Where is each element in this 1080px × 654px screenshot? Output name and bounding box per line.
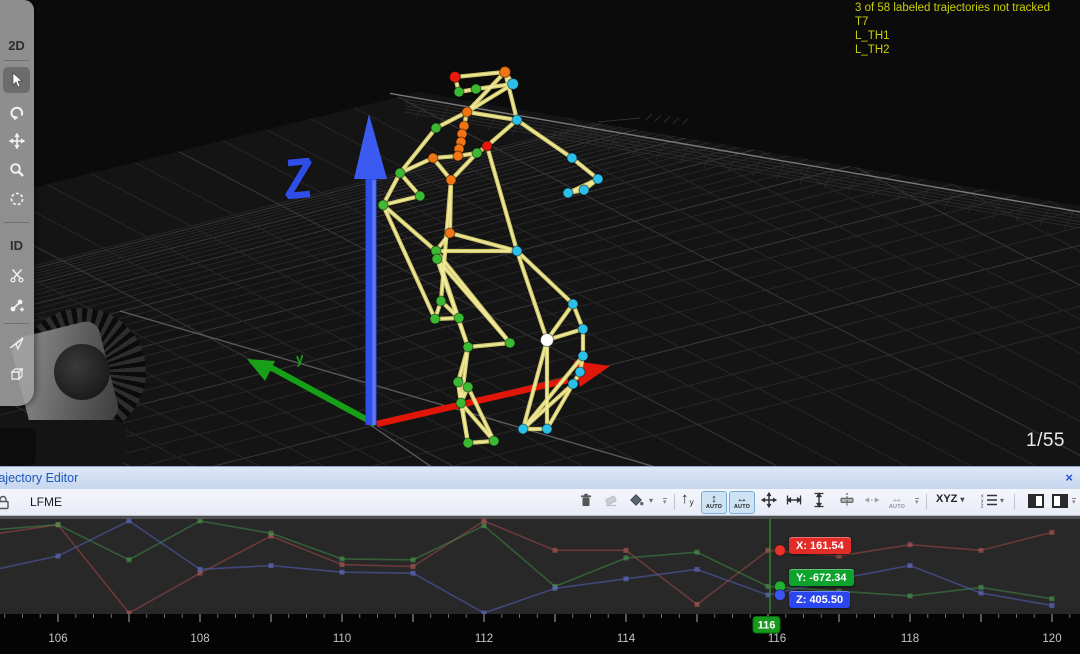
trajectory-list-dropdown[interactable]: xyz — [978, 491, 1002, 513]
select-tool-button[interactable] — [2, 66, 31, 94]
tracking-warning-summary: 3 of 58 labeled trajectories not tracked — [855, 1, 1050, 15]
tracking-warning: 3 of 58 labeled trajectories not tracked… — [855, 1, 1050, 57]
orbit-icon — [9, 105, 25, 121]
eraser-icon — [603, 492, 619, 513]
frame-counter: 1/55 — [1026, 430, 1065, 452]
svg-text:116: 116 — [758, 620, 776, 632]
cursor-icon — [9, 72, 25, 88]
toolbar-separator — [4, 60, 29, 61]
untracked-trajectory-item: L_TH2 — [855, 43, 1050, 57]
zoom-tool-button[interactable] — [2, 157, 31, 183]
camera-lens — [54, 344, 110, 400]
toolbar-overflow-icon[interactable]: ▾ — [1072, 498, 1076, 506]
delete-button[interactable] — [574, 491, 598, 513]
xyz-components-dropdown[interactable]: XYZ▾ — [936, 493, 964, 505]
layout-right-pane-button[interactable] — [1052, 494, 1068, 508]
timeline-tick-label: 106 — [48, 633, 67, 645]
timeline-tick-label: 116 — [768, 633, 786, 645]
circle-select-tool-button[interactable] — [2, 186, 31, 212]
camera-knob — [0, 428, 36, 466]
fit-y-axis-button[interactable]: ↑y — [681, 491, 694, 507]
tool-2d-label[interactable]: 2D — [0, 38, 33, 53]
link-markers-icon — [9, 297, 25, 313]
trash-icon — [578, 492, 594, 513]
toolbar-separator — [1014, 494, 1015, 510]
plane-icon — [9, 335, 25, 351]
vertical-arrows-icon: ↕ — [711, 494, 717, 504]
range-slider-icon — [839, 492, 855, 513]
move-icon — [9, 133, 25, 149]
3d-scene[interactable]: y — [0, 0, 1080, 466]
erase-button[interactable] — [599, 491, 623, 513]
expand-horizontal-icon — [786, 492, 802, 513]
toolbar-separator — [926, 494, 927, 510]
expand-all-icon — [761, 492, 777, 513]
right-half-fill — [1060, 496, 1066, 506]
volume-tool-button[interactable] — [2, 361, 31, 387]
y-value-badge: Y: -672.34 — [789, 569, 854, 586]
expand-vertical-icon — [811, 492, 827, 513]
timeline-tick-label: 120 — [1042, 633, 1061, 645]
lock-icon[interactable] — [0, 495, 10, 515]
zoom-range-button[interactable] — [860, 491, 884, 513]
fill-button[interactable] — [624, 491, 648, 513]
untracked-trajectory-item: L_TH1 — [855, 29, 1050, 43]
timeline-tick-label: 118 — [901, 633, 919, 645]
trajectory-editor-panel: Trajectory Editor × LFME ▾ ▾ ↑y ↕AUTO ↔A… — [0, 466, 1080, 654]
toolbar-separator — [4, 222, 29, 223]
dotted-horizontal-expand-icon — [864, 492, 880, 513]
fit-width-button[interactable] — [782, 491, 806, 513]
current-value-dot — [775, 590, 786, 601]
3d-viewport[interactable]: y 2D ID — [0, 0, 1080, 466]
toolbar-overflow-icon[interactable]: ▾ — [915, 498, 919, 506]
timeline-tick-label: 108 — [190, 633, 209, 645]
chevron-down-icon: ▾ — [960, 495, 964, 504]
timeline-tick-label: 112 — [475, 633, 493, 645]
link-markers-tool-button[interactable] — [2, 292, 31, 318]
chevron-down-icon[interactable]: ▾ — [1000, 496, 1004, 505]
viewport-toolbar: 2D ID — [0, 0, 34, 406]
trajectory-editor-toolbar: LFME ▾ ▾ ↑y ↕AUTO ↔AUTO ↔AUTO ▾ XYZ▾ xyz… — [0, 489, 1080, 516]
timeline-tick-label: 110 — [333, 633, 351, 645]
horizontal-arrows-icon: ↔ — [737, 494, 748, 504]
untracked-trajectory-item: T7 — [855, 15, 1050, 29]
trajectory-editor-titlebar[interactable]: Trajectory Editor × — [0, 466, 1080, 489]
fill-dropdown-icon[interactable]: ▾ — [649, 496, 653, 505]
magnifier-icon — [9, 162, 25, 178]
fill-gaps-tool-button[interactable] — [2, 330, 31, 356]
toolbar-separator — [674, 494, 675, 510]
x-value-badge: X: 161.54 — [789, 537, 851, 554]
trajectory-chart[interactable] — [0, 516, 1080, 614]
pan-range-button[interactable] — [835, 491, 859, 513]
up-arrow-icon: ↑ — [681, 491, 689, 507]
paint-bucket-icon — [628, 492, 644, 513]
component-list-icon: xyz — [981, 492, 999, 513]
svg-text:z: z — [981, 503, 984, 508]
toolbar-separator — [4, 323, 29, 324]
auto-fit-horizontal-button[interactable]: ↔AUTO — [729, 491, 755, 514]
auto-range-button[interactable]: ↔AUTO — [884, 491, 910, 514]
toolbar-overflow-icon[interactable]: ▾ — [663, 498, 667, 506]
cube-icon — [9, 366, 25, 382]
selected-trajectory-label: LFME — [30, 495, 62, 509]
panel-title: Trajectory Editor — [0, 471, 78, 485]
tool-id-label[interactable]: ID — [0, 238, 33, 253]
timeline-tick-label: 114 — [617, 633, 636, 645]
fit-height-button[interactable] — [807, 491, 831, 513]
z-value-badge: Z: 405.50 — [789, 591, 850, 608]
cut-tool-button[interactable] — [2, 262, 31, 288]
current-value-dot — [775, 545, 786, 556]
circle-icon — [9, 191, 25, 207]
left-half-fill — [1030, 496, 1036, 506]
scissors-icon — [9, 267, 25, 283]
fit-all-button[interactable] — [757, 491, 781, 513]
pan-tool-button[interactable] — [2, 128, 31, 154]
layout-left-pane-button[interactable] — [1028, 494, 1044, 508]
auto-fit-vertical-button[interactable]: ↕AUTO — [701, 491, 727, 514]
timeline[interactable]: 106 108 110 112 114 116 118 120 116 — [0, 614, 1080, 654]
horizontal-arrows-icon: ↔ — [892, 494, 903, 504]
close-icon[interactable]: × — [1065, 470, 1073, 485]
orbit-tool-button[interactable] — [2, 100, 31, 126]
